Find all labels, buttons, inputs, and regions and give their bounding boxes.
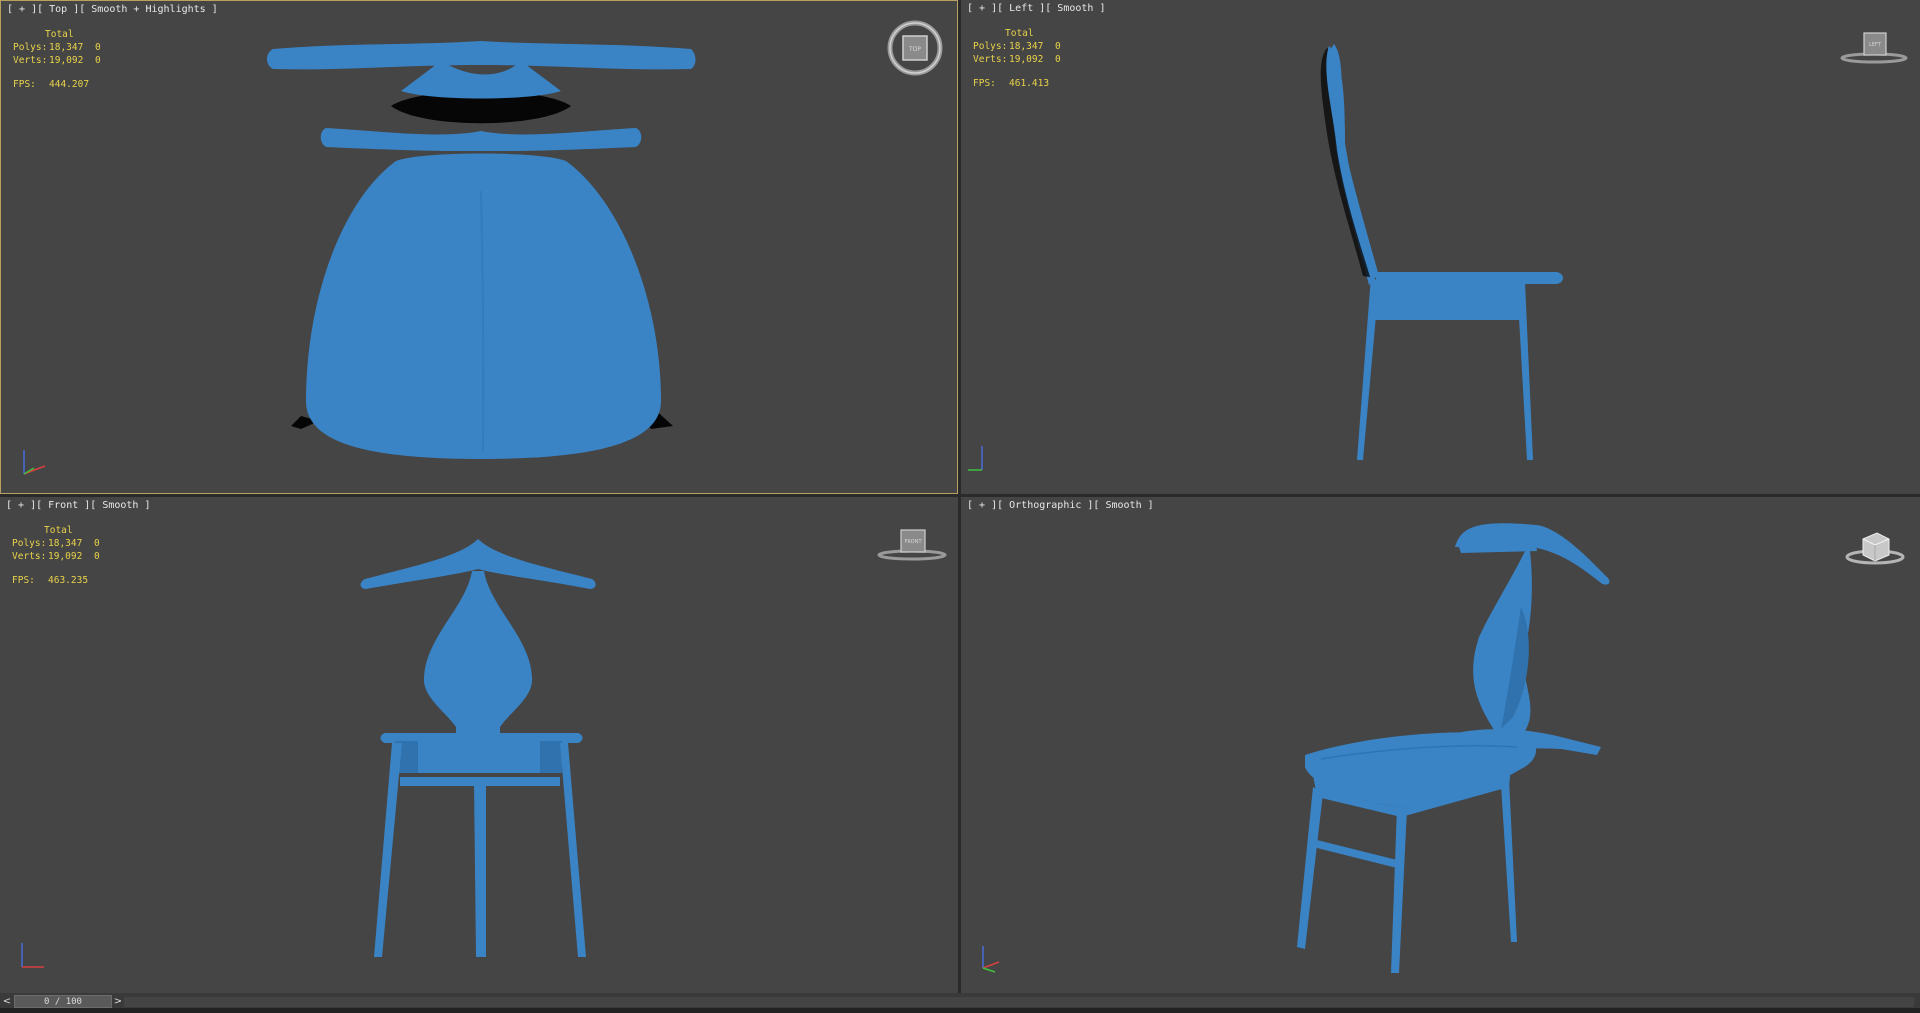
prev-frame-button[interactable]: < (1, 995, 13, 1009)
time-slider-thumb[interactable]: 0 / 100 (14, 995, 112, 1008)
axis-tripod-icon (968, 446, 983, 471)
viewport-top[interactable]: [ + ][ Top ][ Smooth + Highlights ] Tota… (0, 0, 958, 494)
timeline-ruler (0, 1008, 1920, 1013)
viewport-left[interactable]: [ + ][ Left ][ Smooth ] Total Polys: 18,3… (961, 0, 1920, 494)
axis-tripod-icon (982, 946, 1000, 973)
next-frame-button[interactable]: > (112, 995, 124, 1009)
axis-tripod-icon (21, 943, 44, 968)
chair-model-front[interactable] (0, 497, 958, 993)
chair-model-orthographic[interactable] (961, 497, 1920, 993)
chair-model-left[interactable] (961, 0, 1920, 494)
viewport-front[interactable]: [ + ][ Front ][ Smooth ] Total Polys: 18,… (0, 497, 958, 993)
viewport-orthographic[interactable]: [ + ][ Orthographic ][ Smooth ] (961, 497, 1920, 993)
chair-model-top[interactable] (1, 1, 958, 494)
time-slider-track[interactable] (124, 997, 1914, 1007)
axis-tripod-icon (23, 450, 46, 475)
